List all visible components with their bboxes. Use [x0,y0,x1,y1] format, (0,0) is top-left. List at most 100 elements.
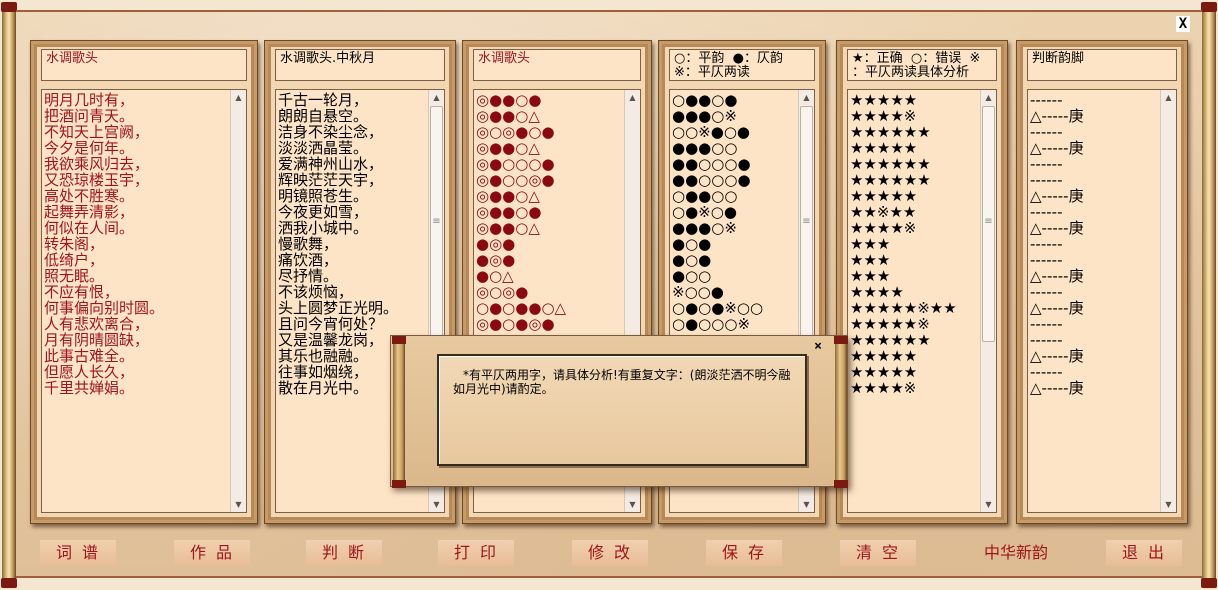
left-scroll-roller [1,2,17,588]
zhonghua-xinyun-button[interactable]: 中华新韵 [976,540,1056,566]
symbol-row: ○●○○○※ [672,315,751,333]
judgment-scrollbar[interactable]: ▲ ▼ [980,90,996,512]
symbol-row: ◎●●○△ [476,219,540,237]
list-line: 头上圆梦正光明。 [278,299,399,317]
scroll-up-arrow-icon[interactable]: ▲ [1161,90,1176,105]
scroll-down-arrow-icon[interactable]: ▼ [429,497,444,512]
rhyme-title-field[interactable]: 判断韵脚 [1027,49,1177,81]
scroll-up-arrow-icon[interactable]: ▲ [799,90,814,105]
scroll-down-arrow-icon[interactable]: ▼ [981,497,996,512]
symbol-row: ●●●○※ [672,219,737,237]
list-line: 低绮户， [44,251,105,269]
list-line: 痛饮酒， [278,251,339,269]
scroll-thumb[interactable] [982,106,995,342]
symbol-row: ●●○○○● [672,155,751,173]
save-button[interactable]: 保存 [706,540,782,566]
judgment-list[interactable]: ★★★★★ ★★★★※ ★★★★★★ ★★★★★ ★★★★★★ ★★★★★★ ★★★★★ ★★… [847,89,997,513]
work-title-field[interactable]: 水调歌头.中秋月 [275,49,445,81]
scroll-down-arrow-icon[interactable]: ▼ [625,497,640,512]
rhyme-panel: 判断韵脚 ------ △-----庚 ------ △-----庚 ------ ---… [1016,40,1188,524]
dialog-left-roller [392,336,406,488]
symbol-row: ◎●●○△ [476,107,540,125]
symbol-row: ◎●○○◎● [476,171,555,189]
scroll-thumb[interactable] [800,106,813,342]
symbol-row: ★★★★★★ [850,155,931,173]
list-line: △-----庚 [1030,187,1084,205]
dialog-right-roller [834,336,848,488]
list-line: 朗朗自悬空。 [278,107,369,125]
symbol-row: ★★★★★ [850,187,918,205]
list-line: 但愿人长久， [44,363,135,381]
scroll-up-arrow-icon[interactable]: ▲ [981,90,996,105]
clear-button[interactable]: 清空 [840,540,916,566]
symbol-row: ◎●●○● [476,203,542,221]
symbol-row: ◎●●○△ [476,187,540,205]
symbol-row: ★★★★★ [850,91,918,109]
symbol-row: ※○○● [672,283,724,301]
list-line: ------ [1030,283,1063,301]
symbol-row: ○●●○● [672,91,738,109]
exit-button[interactable]: 退出 [1106,540,1182,566]
list-line: 洒我小城中。 [278,219,369,237]
symbol-row: ★★★ [850,251,891,269]
tone-legend-field[interactable]: ○：平韵 ●：仄韵 ※：平仄两读 [669,49,815,81]
rhyme-list[interactable]: ------ △-----庚 ------ △-----庚 ------ ------ △-… [1027,89,1177,513]
symbol-row: ★★※★★ [850,203,917,221]
judge-button[interactable]: 判断 [306,540,382,566]
list-line: ------ [1030,251,1063,269]
dialog-message-box: *有平仄两用字，请具体分析!有重复文字：(朗淡茫洒不明今融如月光中)请酌定。 [437,354,807,466]
list-line: 不该烦恼， [278,283,354,301]
scroll-up-arrow-icon[interactable]: ▲ [625,90,640,105]
list-line: 尽抒情。 [278,267,339,285]
list-line: ------ [1030,155,1063,173]
cipai-text-list[interactable]: 明月几时有， 把酒问青天。 不知天上宫阙， 今夕是何年。 我欲乘风归去， 又恐琼楼玉宇，高… [41,89,247,513]
list-line: △-----庚 [1030,347,1084,365]
cipai-scrollbar[interactable]: ▲ ▼ [230,90,246,512]
scroll-up-arrow-icon[interactable]: ▲ [231,90,246,105]
scroll-down-arrow-icon[interactable]: ▼ [799,497,814,512]
cipai-title-field[interactable]: 水调歌头 [41,49,247,81]
print-button[interactable]: 打印 [438,540,514,566]
symbol-row: ◎●○○○● [476,155,555,173]
list-line: 照无眠。 [44,267,105,285]
scroll-thumb[interactable] [430,106,443,342]
rhyme-scrollbar[interactable]: ▲ ▼ [1160,90,1176,512]
tone-pattern-title-field[interactable]: 水调歌头 [473,49,641,81]
scroll-down-arrow-icon[interactable]: ▼ [231,497,246,512]
list-line: △-----庚 [1030,107,1084,125]
judgment-legend-field[interactable]: ★：正确 ○：错误 ※ ：平仄两读具体分析 [847,49,997,81]
list-line: 明镜照苍生。 [278,187,369,205]
cipai-lines: 明月几时有， 把酒问青天。 不知天上宫阙， 今夕是何年。 我欲乘风归去， 又恐琼楼玉宇，高… [44,92,228,396]
window-close-button[interactable]: X [1176,16,1190,32]
list-line: △-----庚 [1030,139,1084,157]
cipai-button[interactable]: 词谱 [40,540,116,566]
list-line: 高处不胜寒。 [44,187,135,205]
list-line: 今夕是何年。 [44,139,135,157]
edit-button[interactable]: 修改 [572,540,648,566]
symbol-row: ◎●●○△ [476,139,540,157]
symbol-row: ★★★★※ [850,379,917,397]
list-line: △-----庚 [1030,219,1084,237]
scroll-down-arrow-icon[interactable]: ▼ [1161,497,1176,512]
symbol-row: ○●○●※○○ [672,299,764,317]
symbol-row: ★★★★★ [850,363,918,381]
symbol-row: ●●●○※ [672,107,737,125]
symbol-row: ★★★★★ [850,347,918,365]
symbol-row: ○●※○● [672,203,737,221]
list-line: 又恐琼楼玉宇， [44,171,150,189]
list-line: 人有悲欢离合， [44,315,150,333]
judgment-panel: ★：正确 ○：错误 ※ ：平仄两读具体分析 ★★★★★ ★★★★※ ★★★★★★ ★★… [836,40,1008,524]
symbol-row: ★★★★※ [850,219,917,237]
symbol-row: ●●○○○● [672,171,751,189]
list-line: ------ [1030,235,1063,253]
judgment-rows: ★★★★★ ★★★★※ ★★★★★★ ★★★★★ ★★★★★★ ★★★★★★ ★★★★★ ★★… [850,92,978,396]
list-line: 此事古难全。 [44,347,135,365]
symbol-row: ●◎● [476,251,516,269]
work-button[interactable]: 作品 [174,540,250,566]
symbol-row: ◎●○●◎● [476,315,555,333]
scroll-up-arrow-icon[interactable]: ▲ [429,90,444,105]
list-line: 何似在人间。 [44,219,135,237]
dialog-close-button[interactable]: × [811,340,825,354]
list-line: ------ [1030,203,1063,221]
symbol-row: ★★★ [850,235,891,253]
